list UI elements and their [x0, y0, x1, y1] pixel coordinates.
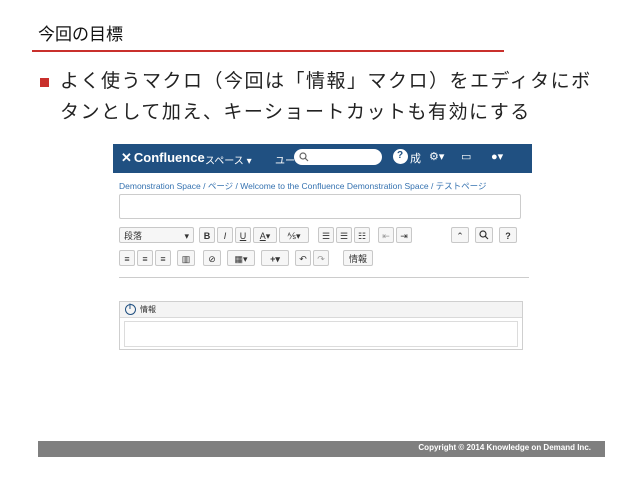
- undo-icon[interactable]: ↶: [295, 250, 311, 266]
- indent-icon[interactable]: ⇥: [396, 227, 412, 243]
- help-question-icon[interactable]: ?: [499, 227, 517, 243]
- align-right-icon[interactable]: ≡: [155, 250, 171, 266]
- info-macro-label: 情報: [140, 305, 156, 314]
- page-title-input[interactable]: [119, 194, 521, 219]
- bullet-marker: [40, 78, 49, 87]
- slide-title: 今回の目標: [38, 25, 123, 45]
- confluence-screenshot: ✕ Confluence スペース ▾ ユー ? 成 ⚙▾ ▭ ●▾ Demons…: [113, 144, 532, 358]
- footer-bar: Copyright © 2014 Knowledge on Demand Inc…: [38, 441, 605, 457]
- redo-icon[interactable]: ↷: [313, 250, 329, 266]
- confluence-x-icon: ✕: [121, 150, 132, 165]
- more-formatting-button[interactable]: ⅍▾: [279, 227, 309, 243]
- breadcrumb[interactable]: Demonstration Space / ページ / Welcome to t…: [119, 180, 487, 192]
- align-center-icon[interactable]: ≡: [137, 250, 153, 266]
- info-macro-body[interactable]: [124, 321, 518, 347]
- copyright-text: Copyright © 2014 Knowledge on Demand Inc…: [418, 443, 591, 452]
- paragraph-select[interactable]: 段落 ▾: [119, 227, 194, 243]
- info-macro[interactable]: i 情報: [119, 301, 523, 350]
- help-icon[interactable]: ?: [393, 149, 408, 164]
- info-icon: i: [125, 304, 136, 315]
- bullet-list-icon[interactable]: ☰: [318, 227, 334, 243]
- table-icon[interactable]: ▦▾: [227, 250, 255, 266]
- align-left-icon[interactable]: ≡: [119, 250, 135, 266]
- search-icon: [299, 152, 309, 162]
- confluence-logo[interactable]: ✕ Confluence: [121, 150, 205, 166]
- bullet-text: よく使うマクロ（今回は「情報」マクロ）をエディタにボタンとして加え、キーショート…: [60, 70, 592, 123]
- italic-button[interactable]: I: [217, 227, 233, 243]
- text-color-button[interactable]: A▾: [253, 227, 277, 243]
- info-macro-header: i 情報: [120, 302, 522, 318]
- underline-button[interactable]: U: [235, 227, 251, 243]
- nav-spaces[interactable]: スペース ▾: [205, 152, 252, 167]
- gear-icon[interactable]: ⚙▾: [429, 150, 444, 163]
- notification-icon[interactable]: ▭: [461, 150, 471, 163]
- search-input[interactable]: [294, 149, 382, 165]
- chevron-down-icon: ▾: [184, 231, 189, 241]
- confluence-header: ✕ Confluence スペース ▾ ユー ? 成 ⚙▾ ▭ ●▾: [113, 144, 532, 173]
- link-icon[interactable]: ⊘: [203, 250, 221, 266]
- info-macro-button[interactable]: 情報: [343, 250, 373, 266]
- numbered-list-icon[interactable]: ☰: [336, 227, 352, 243]
- page-layout-icon[interactable]: ▥: [177, 250, 195, 266]
- editor-divider: [119, 277, 529, 278]
- task-list-icon[interactable]: ☷: [354, 227, 370, 243]
- user-avatar-icon[interactable]: ●▾: [491, 150, 503, 163]
- nav-users[interactable]: ユー: [275, 152, 295, 167]
- find-replace-icon[interactable]: [475, 227, 493, 243]
- status-label: 成: [410, 153, 421, 165]
- outdent-icon[interactable]: ⇤: [378, 227, 394, 243]
- insert-more-icon[interactable]: +▾: [261, 250, 289, 266]
- bold-button[interactable]: B: [199, 227, 215, 243]
- collapse-icon[interactable]: ⌃: [451, 227, 469, 243]
- title-underline: [32, 50, 504, 52]
